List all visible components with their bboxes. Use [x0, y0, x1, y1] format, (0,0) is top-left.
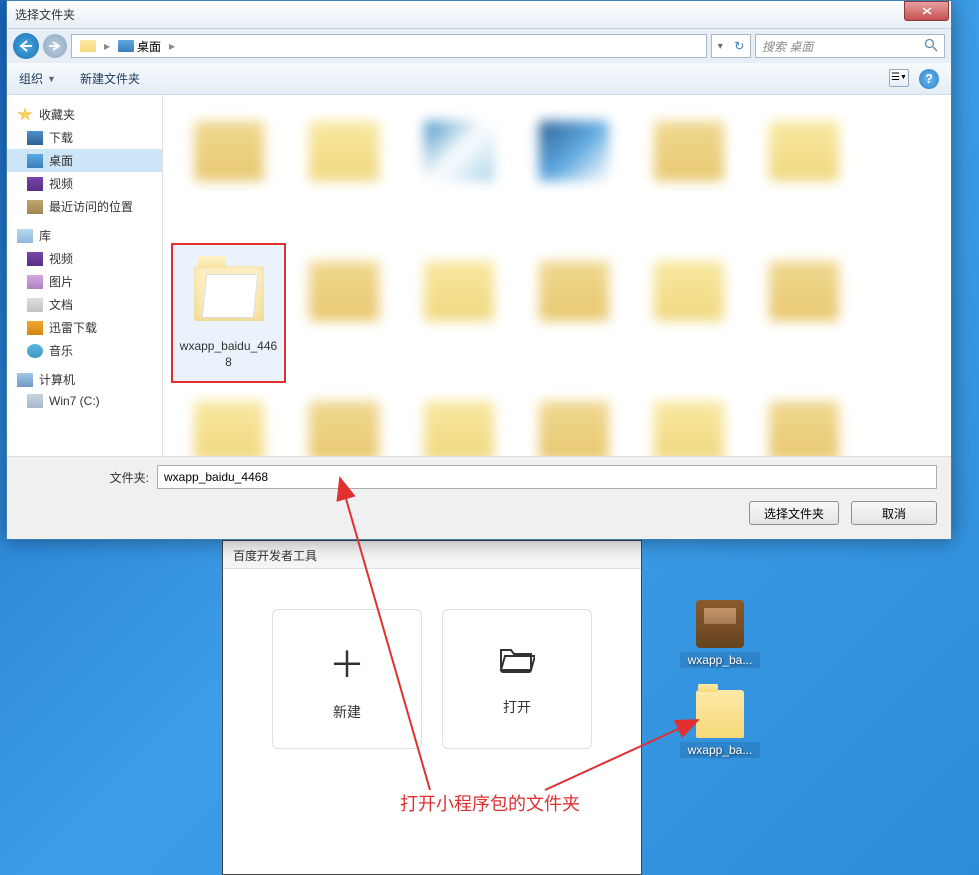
dialog-footer: 文件夹: 选择文件夹 取消 [7, 456, 951, 539]
help-button[interactable]: ? [919, 69, 939, 89]
sidebar-recent[interactable]: 最近访问的位置 [7, 195, 162, 218]
file-item[interactable] [286, 243, 401, 383]
picture-icon [27, 275, 43, 289]
close-button[interactable] [904, 1, 949, 21]
sidebar-favorites[interactable]: 收藏夹 [7, 103, 162, 126]
devtool-open-label: 打开 [503, 697, 531, 717]
thunder-icon [27, 321, 43, 335]
file-item[interactable] [631, 243, 746, 383]
desktop-rar-icon[interactable]: wxapp_ba... [680, 600, 760, 668]
desktop-folder-icon[interactable]: wxapp_ba... [680, 690, 760, 758]
address-root[interactable] [76, 38, 100, 54]
download-icon [27, 131, 43, 145]
file-item[interactable] [516, 103, 631, 243]
computer-icon [17, 373, 33, 387]
dialog-titlebar: 选择文件夹 [7, 1, 951, 29]
desktop-icon [118, 40, 134, 52]
music-icon [27, 344, 43, 358]
file-item[interactable] [516, 243, 631, 383]
document-icon [27, 298, 43, 312]
folder-icon [80, 40, 96, 52]
file-item[interactable] [746, 103, 861, 243]
drive-icon [27, 394, 43, 408]
file-item[interactable] [286, 383, 401, 456]
devtool-titlebar: 百度开发者工具 [223, 541, 641, 569]
folder-field-label: 文件夹: [21, 469, 149, 486]
nav-back-button[interactable] [13, 33, 39, 59]
cancel-button[interactable]: 取消 [851, 501, 937, 525]
sidebar-lib-documents[interactable]: 文档 [7, 293, 162, 316]
library-icon [17, 229, 33, 243]
folder-picker-dialog: 选择文件夹 ▸ 桌面 ▸ ▾ ↻ 搜索 桌面 [6, 0, 952, 540]
star-icon [17, 108, 33, 122]
sidebar-downloads[interactable]: 下载 [7, 126, 162, 149]
search-placeholder: 搜索 桌面 [762, 38, 813, 55]
search-icon [924, 38, 938, 55]
sidebar-desktop[interactable]: 桌面 [7, 149, 162, 172]
new-folder-button[interactable]: 新建文件夹 [80, 70, 140, 87]
file-item[interactable] [631, 383, 746, 456]
file-item[interactable] [746, 383, 861, 456]
devtool-open-button[interactable]: 打开 [442, 609, 592, 749]
organize-button[interactable]: 组织 ▼ [19, 70, 56, 87]
file-item[interactable] [171, 383, 286, 456]
sidebar-computer[interactable]: 计算机 [7, 368, 162, 391]
file-item[interactable] [171, 103, 286, 243]
recent-icon [27, 200, 43, 214]
organize-label: 组织 [19, 70, 43, 87]
search-input[interactable]: 搜索 桌面 [755, 34, 945, 58]
address-location: 桌面 [137, 38, 161, 55]
annotation-label: 打开小程序包的文件夹 [400, 790, 580, 816]
folder-name-input[interactable] [157, 465, 937, 489]
plus-icon: ＋ [329, 636, 365, 688]
video-icon [27, 177, 43, 191]
file-item-label: wxapp_baidu_4468 [177, 339, 280, 370]
refresh-icon: ↻ [734, 39, 744, 53]
file-item[interactable] [401, 243, 516, 383]
file-item[interactable] [286, 103, 401, 243]
desktop-icon-label: wxapp_ba... [680, 742, 760, 758]
sidebar-drive-c[interactable]: Win7 (C:) [7, 391, 162, 411]
file-item[interactable] [746, 243, 861, 383]
sidebar-lib-thunder[interactable]: 迅雷下载 [7, 316, 162, 339]
file-item[interactable] [401, 103, 516, 243]
devtool-new-label: 新建 [333, 702, 361, 722]
sidebar-lib-music[interactable]: 音乐 [7, 339, 162, 362]
folder-icon [194, 266, 264, 321]
dialog-title: 选择文件夹 [15, 6, 904, 23]
navigation-bar: ▸ 桌面 ▸ ▾ ↻ 搜索 桌面 [7, 29, 951, 63]
file-item-selected[interactable]: wxapp_baidu_4468 [171, 243, 286, 383]
file-item[interactable] [631, 103, 746, 243]
desktop-icon [27, 154, 43, 168]
video-icon [27, 252, 43, 266]
devtool-window: 百度开发者工具 ＋ 新建 打开 [222, 540, 642, 875]
select-folder-button[interactable]: 选择文件夹 [749, 501, 839, 525]
refresh-dropdown[interactable]: ▾ ↻ [711, 34, 751, 58]
folder-icon [696, 690, 744, 738]
view-options-button[interactable]: ☰ ▼ [889, 69, 909, 87]
address-desktop[interactable]: 桌面 [114, 36, 165, 57]
sidebar-lib-pictures[interactable]: 图片 [7, 270, 162, 293]
address-bar[interactable]: ▸ 桌面 ▸ [71, 34, 707, 58]
toolbar: 组织 ▼ 新建文件夹 ☰ ▼ ? [7, 63, 951, 95]
sidebar-libraries[interactable]: 库 [7, 224, 162, 247]
desktop-icon-label: wxapp_ba... [680, 652, 760, 668]
file-item[interactable] [401, 383, 516, 456]
sidebar-videos[interactable]: 视频 [7, 172, 162, 195]
nav-forward-button[interactable] [43, 34, 67, 58]
devtool-new-button[interactable]: ＋ 新建 [272, 609, 422, 749]
file-item[interactable] [516, 383, 631, 456]
file-list[interactable]: wxapp_baidu_4468 [163, 95, 951, 456]
sidebar: 收藏夹 下载 桌面 视频 最近访问的位置 库 视频 图片 文档 迅雷下载 音乐 … [7, 95, 163, 456]
sidebar-lib-videos[interactable]: 视频 [7, 247, 162, 270]
rar-file-icon [696, 600, 744, 648]
open-folder-icon [499, 641, 535, 683]
